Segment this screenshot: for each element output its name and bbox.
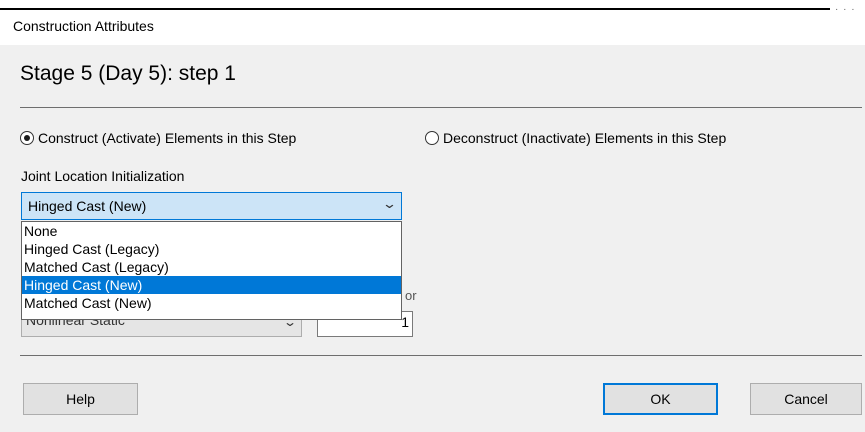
joint-location-label: Joint Location Initialization	[21, 168, 185, 184]
joint-location-selected-value: Hinged Cast (New)	[28, 198, 147, 214]
stage-heading: Stage 5 (Day 5): step 1	[20, 62, 236, 85]
radio-unselected-icon	[425, 131, 439, 145]
value-input-text: 1	[401, 314, 409, 330]
joint-location-dropdown-list[interactable]: None Hinged Cast (Legacy) Matched Cast (…	[21, 221, 402, 320]
construct-radio[interactable]: Construct (Activate) Elements in this St…	[20, 130, 296, 146]
construct-radio-label: Construct (Activate) Elements in this St…	[38, 130, 297, 146]
deconstruct-radio-label: Deconstruct (Inactivate) Elements in thi…	[443, 130, 727, 146]
cancel-button[interactable]: Cancel	[750, 383, 862, 415]
title-bar-border	[0, 8, 830, 10]
dropdown-option[interactable]: Matched Cast (Legacy)	[22, 258, 401, 276]
window-title: Construction Attributes	[13, 18, 154, 34]
title-bar: · · · Construction Attributes	[0, 0, 865, 45]
chevron-down-icon[interactable]: ⌄	[382, 196, 397, 212]
dropdown-option[interactable]: Hinged Cast (Legacy)	[22, 240, 401, 258]
dropdown-option[interactable]: Matched Cast (New)	[22, 294, 401, 312]
radio-selected-icon	[20, 131, 34, 145]
partial-label: or	[405, 288, 417, 303]
help-button[interactable]: Help	[23, 383, 138, 415]
separator-bottom	[20, 355, 862, 356]
more-icon: · · ·	[835, 4, 856, 15]
separator-top	[20, 107, 862, 108]
dropdown-option[interactable]: None	[22, 222, 401, 240]
ok-button[interactable]: OK	[603, 383, 718, 415]
dropdown-option-highlighted[interactable]: Hinged Cast (New)	[22, 276, 401, 294]
deconstruct-radio[interactable]: Deconstruct (Inactivate) Elements in thi…	[425, 130, 726, 146]
joint-location-select[interactable]: Hinged Cast (New) ⌄	[21, 192, 402, 220]
